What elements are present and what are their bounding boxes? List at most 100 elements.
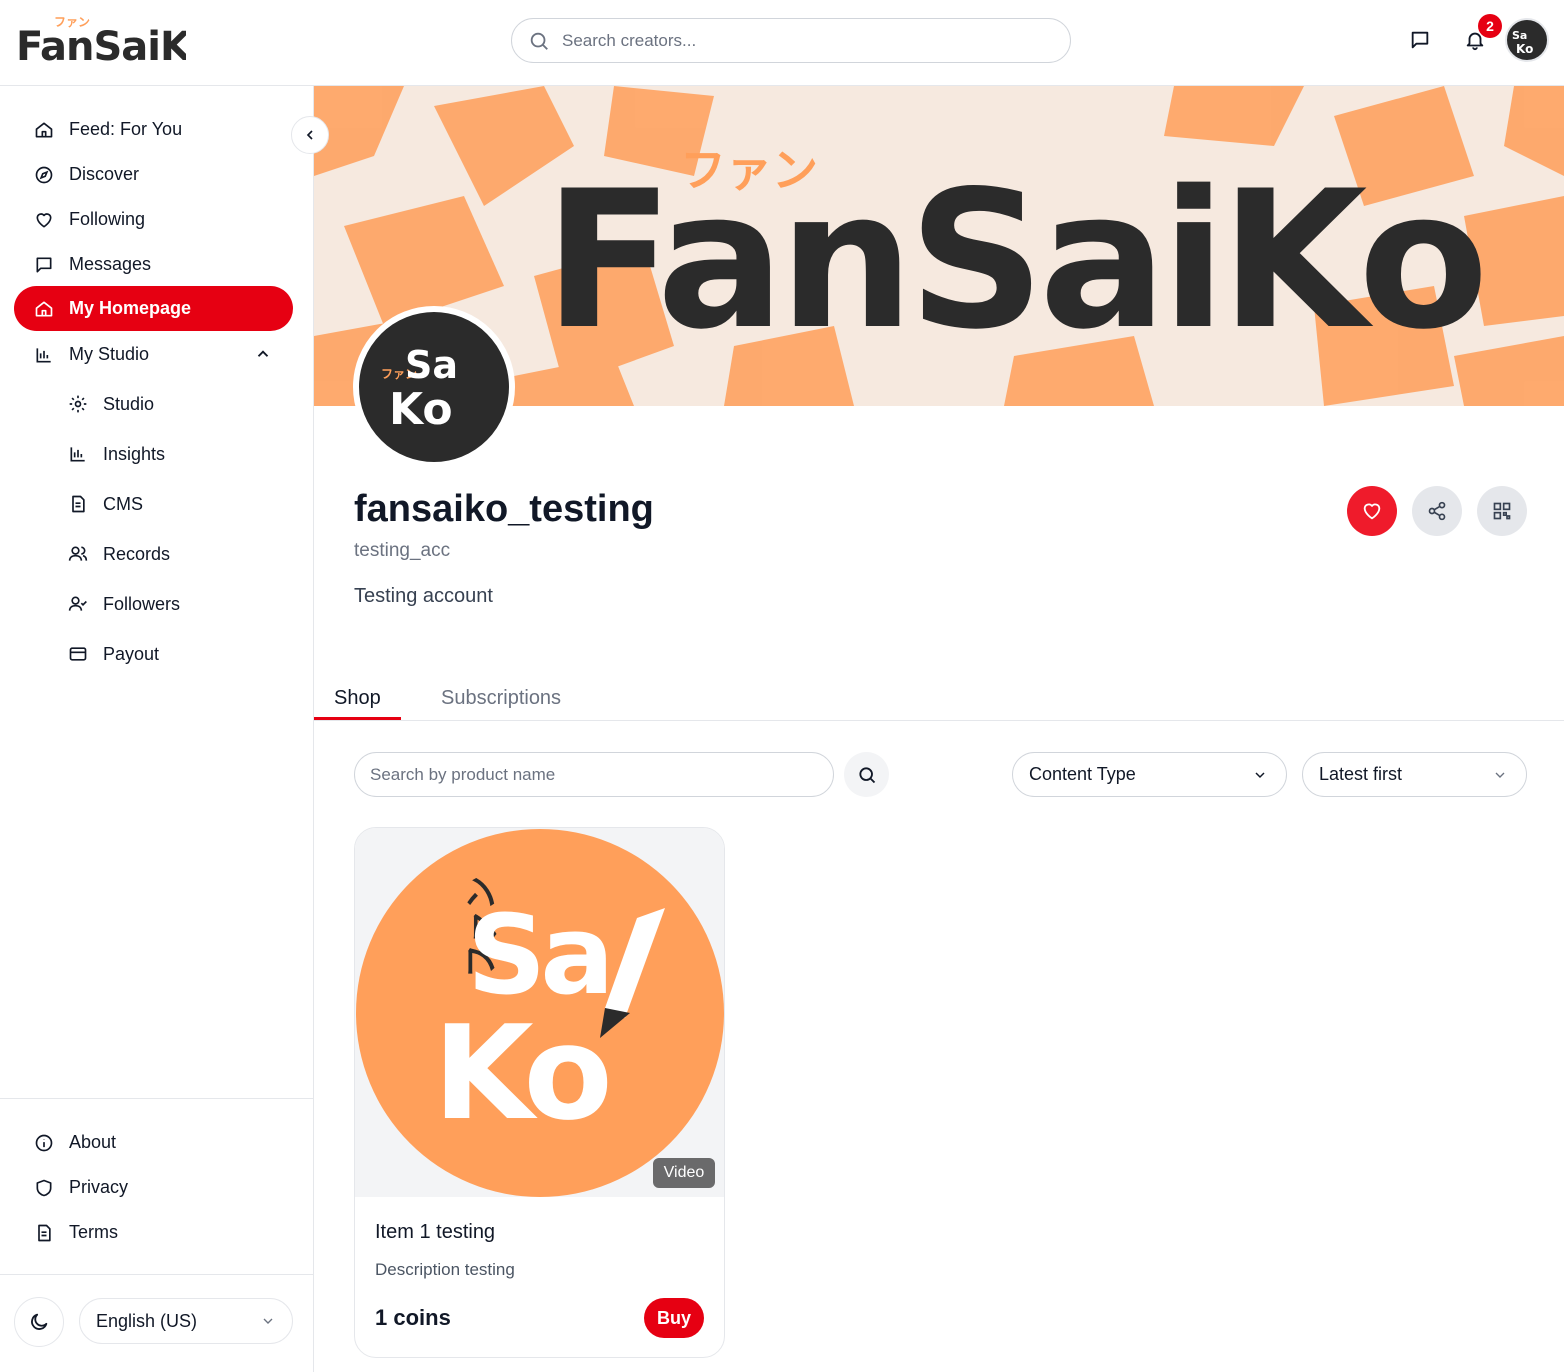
sidebar-item-following[interactable]: Following: [14, 197, 293, 242]
profile-bio: Testing account: [354, 585, 493, 607]
share-icon: [1428, 501, 1446, 521]
message-icon: [1411, 31, 1429, 49]
sidebar-item-label: Followers: [103, 593, 181, 614]
sidebar-item-messages[interactable]: Messages: [14, 242, 293, 287]
chevron-up-icon[interactable]: [254, 345, 272, 363]
sidebar-item-label: Insights: [103, 443, 166, 464]
chevron-left-icon: [306, 130, 313, 140]
product-price: 1 coins: [375, 1305, 451, 1330]
creator-search-input[interactable]: [562, 19, 1052, 62]
sidebar: Feed: For You Discover Following Message…: [0, 86, 314, 1372]
chevron-down-icon: [263, 1318, 273, 1324]
sidebar-item-label: My Homepage: [69, 298, 192, 318]
svg-text:ファン: ファン: [54, 15, 90, 29]
top-header: FanSaiKo ファン 2 Sa Ko: [0, 0, 1564, 86]
sidebar-divider: [0, 1098, 314, 1099]
gear-icon: [69, 395, 87, 413]
sidebar-item-my-homepage[interactable]: My Homepage: [14, 286, 293, 331]
sidebar-item-privacy[interactable]: Privacy: [14, 1165, 293, 1210]
user-avatar[interactable]: Sa Ko: [1505, 18, 1549, 62]
sidebar-item-discover[interactable]: Discover: [14, 152, 293, 197]
sidebar-item-cms[interactable]: CMS: [56, 484, 293, 524]
message-icon: [36, 257, 52, 272]
tabs-divider: [314, 720, 1564, 721]
home-icon: [35, 301, 53, 316]
sidebar-item-label: Feed: For You: [69, 119, 183, 139]
theme-toggle-button[interactable]: [14, 1297, 64, 1347]
product-search-input[interactable]: [370, 753, 820, 796]
sidebar-item-label: Discover: [69, 164, 140, 184]
notification-count-badge: 2: [1478, 14, 1502, 38]
sidebar-item-label: Studio: [103, 393, 155, 414]
heart-icon: [36, 212, 52, 227]
sidebar-item-payout[interactable]: Payout: [56, 634, 293, 674]
bar-chart-icon: [36, 347, 51, 362]
active-tab-indicator: [314, 717, 401, 720]
chevron-down-icon: [1495, 772, 1505, 778]
sidebar-item-label: My Studio: [69, 344, 150, 364]
sidebar-item-insights[interactable]: Insights: [56, 434, 293, 474]
product-card[interactable]: ファン Sa Ko Video Item 1 testing Descripti…: [354, 827, 725, 1358]
qr-code-button[interactable]: [1477, 486, 1527, 536]
sidebar-item-about[interactable]: About: [14, 1120, 293, 1165]
svg-text:FanSaiKo: FanSaiKo: [16, 24, 186, 68]
profile-avatar[interactable]: ファン Sa Ko: [353, 306, 515, 468]
sidebar-item-my-studio[interactable]: My Studio: [14, 332, 293, 377]
content-type-value: Content Type: [1029, 764, 1136, 784]
sidebar-collapse-button[interactable]: [291, 116, 329, 154]
product-type-tag: Video: [653, 1158, 715, 1188]
sidebar-item-label: Payout: [103, 643, 160, 664]
svg-text:Sa: Sa: [1512, 29, 1527, 42]
language-select[interactable]: English (US): [79, 1298, 293, 1344]
sidebar-item-label: Messages: [69, 254, 152, 274]
user-check-icon: [68, 596, 87, 611]
shield-icon: [36, 1179, 52, 1196]
document-icon: [72, 495, 85, 513]
heart-icon: [1363, 503, 1381, 520]
sidebar-item-label: Terms: [69, 1222, 118, 1242]
svg-text:Sa: Sa: [405, 343, 458, 387]
product-description: Description testing: [375, 1260, 515, 1279]
product-title: Item 1 testing: [375, 1221, 496, 1243]
document-icon: [38, 1224, 51, 1241]
chevron-down-icon: [1255, 772, 1265, 779]
svg-text:Ko: Ko: [1516, 42, 1533, 56]
users-icon: [68, 546, 88, 561]
search-icon: [530, 32, 548, 50]
sort-value: Latest first: [1319, 764, 1403, 784]
sort-select[interactable]: Latest first: [1302, 752, 1527, 797]
fansaiko-logo[interactable]: FanSaiKo ファン: [14, 12, 217, 70]
content-type-select[interactable]: Content Type: [1012, 752, 1287, 797]
tab-shop[interactable]: Shop: [334, 676, 381, 720]
sidebar-item-label: Following: [69, 209, 146, 229]
info-icon: [35, 1134, 53, 1151]
product-search[interactable]: [354, 752, 834, 797]
tab-subscriptions[interactable]: Subscriptions: [441, 676, 561, 720]
follow-heart-button[interactable]: [1347, 486, 1397, 536]
product-search-button[interactable]: [844, 752, 889, 797]
sidebar-item-followers[interactable]: Followers: [56, 584, 293, 624]
sidebar-item-label: Records: [103, 543, 171, 564]
buy-button[interactable]: Buy: [644, 1298, 704, 1338]
sidebar-item-feed[interactable]: Feed: For You: [14, 107, 293, 152]
sidebar-item-terms[interactable]: Terms: [14, 1210, 293, 1255]
creator-search[interactable]: [511, 18, 1071, 63]
credit-card-icon: [69, 647, 87, 661]
sidebar-item-label: Privacy: [69, 1177, 129, 1197]
profile-display-name: fansaiko_testing: [354, 488, 654, 530]
sidebar-divider: [0, 1274, 314, 1275]
compass-icon: [35, 166, 53, 183]
share-button[interactable]: [1412, 486, 1462, 536]
sidebar-item-studio[interactable]: Studio: [56, 384, 293, 424]
moon-icon: [31, 1313, 48, 1330]
svg-text:Ko: Ko: [433, 997, 607, 1149]
sidebar-item-records[interactable]: Records: [56, 534, 293, 574]
product-thumbnail[interactable]: ファン Sa Ko Video: [355, 828, 724, 1197]
language-value: English (US): [96, 1310, 198, 1331]
sidebar-item-label: CMS: [103, 493, 143, 514]
search-icon: [858, 766, 875, 783]
messages-button[interactable]: [1400, 20, 1440, 60]
svg-text:Ko: Ko: [389, 384, 453, 435]
sidebar-item-label: About: [69, 1132, 117, 1152]
bar-chart-icon: [70, 447, 85, 462]
